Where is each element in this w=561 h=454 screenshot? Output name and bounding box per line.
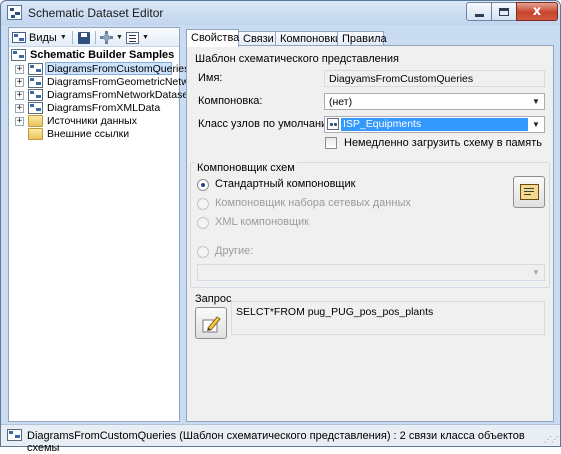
tab-layouts[interactable]: Компоновки	[275, 31, 341, 46]
name-field[interactable]: DiagyamsFromCustomQueries	[324, 70, 545, 87]
tab-properties[interactable]: Свойства	[186, 29, 239, 47]
diagram-template-icon	[28, 102, 43, 114]
edit-query-button[interactable]	[195, 307, 227, 339]
folder-icon	[28, 128, 43, 140]
properties-panel: Шаблон схематического представления Имя:…	[186, 45, 554, 422]
tree-item-label: Внешние ссылки	[47, 128, 130, 140]
default-node-class-label: Класс узлов по умолчанию:	[198, 118, 339, 130]
tree-item[interactable]: + DiagramsFromNetworkDataset	[9, 88, 191, 101]
expand-icon[interactable]: +	[15, 117, 24, 126]
chevron-down-icon: ▼	[142, 34, 149, 41]
layouter-properties-button[interactable]	[513, 176, 545, 208]
other-layouter-label: Другие:	[215, 245, 254, 257]
tree-item-label: DiagramsFromGeometricNetwork	[47, 76, 204, 88]
layouter-group: Компоновщик схем Стандартный компоновщик…	[190, 162, 550, 288]
chevron-down-icon: ▼	[116, 34, 123, 41]
tree-item[interactable]: + DiagramsFromCustomQueries	[9, 62, 189, 75]
tree-toolbar: Виды ▼ ▼ ▼	[9, 28, 179, 47]
expand-icon[interactable]: +	[15, 91, 24, 100]
close-button[interactable]: x	[516, 2, 558, 21]
default-node-class-combobox[interactable]: ISP_Equipments ▼	[324, 116, 545, 133]
tree-item[interactable]: + DiagramsFromXMLData	[9, 101, 179, 114]
name-label: Имя:	[198, 72, 223, 84]
properties-icon	[520, 184, 539, 200]
minimize-button[interactable]	[466, 2, 492, 21]
app-icon	[7, 5, 22, 20]
template-group-title: Шаблон схематического представления	[193, 53, 401, 65]
list-dropdown[interactable]: ▼	[126, 30, 149, 45]
chevron-down-icon: ▼	[59, 34, 67, 41]
layouter-group-title: Компоновщик схем	[195, 162, 297, 174]
chevron-down-icon: ▼	[532, 268, 540, 277]
tab-relationships[interactable]: Связи	[238, 31, 276, 46]
status-bar: DiagramsFromCustomQueries (Шаблон схемат…	[1, 424, 560, 454]
other-layouter-radio[interactable]	[197, 246, 209, 258]
load-into-memory-label: Немедленно загрузить схему в память	[344, 137, 542, 149]
close-icon: x	[532, 4, 542, 19]
standard-layouter-radio[interactable]	[197, 179, 209, 191]
query-group: Запрос SELCT*FROM pug_PUG_pos_pos_plants	[190, 292, 550, 339]
template-group: Шаблон схематического представления Имя:…	[190, 52, 550, 152]
xml-layouter-label: XML компоновщик	[215, 216, 309, 228]
tree-item-label: DiagramsFromNetworkDataset	[47, 89, 192, 101]
chevron-down-icon: ▼	[532, 97, 540, 106]
dataset-tree: Schematic Builder Samples + DiagramsFrom…	[9, 48, 203, 140]
network-dataset-layouter-label: Компоновщик набора сетевых данных	[215, 197, 411, 209]
layout-icon	[100, 31, 113, 44]
layout-label: Компоновка:	[198, 95, 263, 107]
toolbar-separator	[72, 31, 73, 44]
list-icon	[126, 31, 139, 44]
minimize-icon	[474, 13, 484, 17]
expand-icon[interactable]: +	[15, 65, 24, 74]
query-group-title: Запрос	[193, 293, 234, 305]
views-icon	[12, 32, 26, 43]
status-text: DiagramsFromCustomQueries (Шаблон схемат…	[27, 430, 525, 454]
tree-item[interactable]: Внешние ссылки	[9, 127, 179, 140]
maximize-icon	[499, 7, 509, 16]
edit-query-icon	[202, 316, 221, 333]
expand-icon[interactable]: +	[15, 78, 24, 87]
window-title: Schematic Dataset Editor	[28, 6, 164, 20]
views-dropdown[interactable]: Виды ▼	[12, 30, 67, 45]
tree-item-label: DiagramsFromXMLData	[47, 102, 161, 114]
diagram-template-icon	[28, 63, 43, 75]
toolbar-separator	[95, 31, 96, 44]
tab-rules[interactable]: Правила	[337, 31, 387, 46]
title-bar: Schematic Dataset Editor x	[1, 1, 560, 25]
diagram-template-icon	[7, 429, 22, 441]
tree-item[interactable]: + DiagramsFromGeometricNetwork	[9, 75, 203, 88]
layout-combobox[interactable]: (нет) ▼	[324, 93, 545, 110]
default-node-class-value: ISP_Equipments	[341, 118, 528, 131]
diagram-template-icon	[28, 89, 43, 101]
tree-root-label: Schematic Builder Samples	[30, 49, 175, 61]
schematic-dataset-editor-window: Schematic Dataset Editor x Виды ▼ ▼ ▼ Sc…	[0, 0, 561, 454]
save-icon	[78, 31, 90, 44]
maximize-button[interactable]	[491, 2, 517, 21]
load-into-memory-checkbox[interactable]	[325, 137, 337, 149]
schematic-dataset-icon	[11, 49, 26, 61]
views-label: Виды	[29, 31, 57, 44]
tree-item[interactable]: + Источники данных	[9, 114, 179, 127]
tree-pane: Виды ▼ ▼ ▼ Schematic Builder Samples + D…	[8, 27, 203, 422]
query-textbox[interactable]: SELCT*FROM pug_PUG_pos_pos_plants	[231, 301, 545, 335]
folder-icon	[28, 115, 43, 127]
node-class-icon	[327, 118, 339, 130]
layout-dropdown[interactable]: ▼	[100, 30, 123, 45]
tree-item-label: DiagramsFromCustomQueries	[47, 63, 190, 75]
tree-item-label: Источники данных	[47, 115, 137, 127]
resize-grip-icon[interactable]: ⋰⋰	[544, 435, 559, 444]
diagram-template-icon	[28, 76, 43, 88]
standard-layouter-label: Стандартный компоновщик	[215, 178, 356, 190]
network-dataset-layouter-radio[interactable]	[197, 198, 209, 210]
tree-root[interactable]: Schematic Builder Samples	[9, 48, 179, 62]
save-button[interactable]	[78, 30, 90, 45]
other-layouter-combobox[interactable]: ▼	[197, 264, 545, 281]
xml-layouter-radio[interactable]	[197, 217, 209, 229]
chevron-down-icon: ▼	[532, 120, 540, 129]
layout-value: (нет)	[329, 96, 353, 108]
expand-icon[interactable]: +	[15, 104, 24, 113]
